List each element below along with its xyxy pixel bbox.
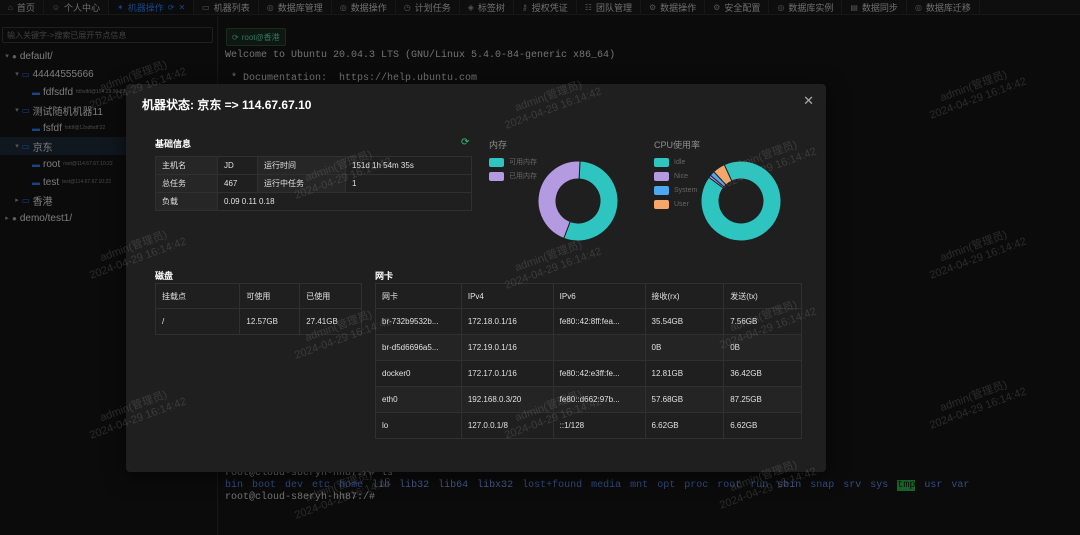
table-row: docker0 172.17.0.1/16 fe80::42:e3ff:fe... 1… [375,360,802,387]
running-value: 1 [345,174,472,193]
column-header: IPv4 [460,283,554,309]
legend-label: 已用内存 [509,173,537,180]
legend-swatch [654,157,669,167]
table-cell: / [154,308,241,335]
legend-swatch [654,199,669,209]
table-cell: 6.62GB [644,412,725,439]
table-cell: 36.42GB [723,360,802,387]
column-header: 挂载点 [154,283,241,309]
table-cell: 0B [723,334,802,361]
memory-donut-chart [537,160,619,242]
table-cell: fe80::d662:97b... [552,386,646,413]
table-cell: fe80::42:e3ff:fe... [552,360,646,387]
table-row: eth0 192.168.0.3/20 fe80::d662:97b... 57.68… [375,386,802,413]
legend-label: 可用内存 [509,159,537,166]
disk-title: 磁盘 [155,271,174,281]
uptime-value: 151d 1h 54m 35s [345,156,472,175]
legend-item[interactable]: Idle [654,155,697,169]
basic-info-title: 基础信息 [155,139,192,149]
table-cell: br-732b9532b... [375,308,462,335]
table-cell: br-d5d6696a5... [375,334,462,361]
table-cell: 0B [644,334,725,361]
hostname-value: JD [217,156,258,175]
table-cell: lo [375,412,462,439]
legend-swatch [489,171,504,181]
memory-legend: 可用内存 已用内存 [489,155,537,183]
table-cell: 27.41GB [299,308,362,335]
column-header: 接收(rx) [644,283,725,309]
legend-label: System [674,186,698,194]
table-cell: 57.68GB [644,386,725,413]
table-row: br-732b9532b... 172.18.0.1/16 fe80::42:8ff… [375,308,802,335]
cpu-donut-chart [700,160,782,242]
legend-label: Idle [674,158,686,166]
load-value: 0.09 0.11 0.18 [217,192,472,211]
running-label: 运行中任务 [257,174,346,193]
cpu-title: CPU使用率 [654,140,701,150]
cpu-legend: Idle Nice System User [654,155,697,211]
legend-swatch [654,171,669,181]
table-cell: docker0 [375,360,462,387]
legend-label: User [674,200,689,208]
table-row: /12.57GB 27.41GB [154,308,362,335]
machine-status-dialog: 机器状态: 京东 => 114.67.67.10 ✕ 基础信息 ⟳ 主机名 JD… [126,84,826,472]
table-cell: 192.168.0.3/20 [460,386,554,413]
table-cell: ::1/128 [552,412,646,439]
tasks-value: 467 [217,174,258,193]
legend-item[interactable]: 已用内存 [489,169,537,183]
column-header: 网卡 [375,283,462,309]
column-header: 发送(tx) [723,283,802,309]
close-icon[interactable]: ✕ [803,93,814,109]
table-cell: eth0 [375,386,462,413]
legend-label: Nice [674,172,689,180]
legend-item[interactable]: Nice [654,169,697,183]
table-cell: 7.56GB [723,308,802,335]
table-cell: 12.81GB [644,360,725,387]
disk-table: 挂载点 可使用 已使用/12.57GB 27.41GB [154,283,362,335]
load-label: 负载 [155,192,218,211]
column-header: 已使用 [299,283,362,309]
table-cell: 172.19.0.1/16 [460,334,554,361]
table-row: lo 127.0.0.1/8::1/128 6.62GB 6.62GB [375,412,802,439]
tasks-label: 总任务 [155,174,218,193]
memory-title: 内存 [489,140,508,150]
legend-swatch [489,157,504,167]
legend-swatch [654,185,669,195]
nic-table: 网卡 IPv4 IPv6 接收(rx) 发送(tx) br-732b9532b... 172… [375,283,802,439]
table-cell: 35.54GB [644,308,725,335]
table-cell: 127.0.0.1/8 [460,412,554,439]
hostname-label: 主机名 [155,156,218,175]
nic-title: 网卡 [375,271,394,281]
dialog-title: 机器状态: 京东 => 114.67.67.10 [142,98,312,112]
table-cell: 6.62GB [723,412,802,439]
refresh-icon[interactable]: ⟳ [461,137,469,148]
column-header: 可使用 [239,283,301,309]
legend-item[interactable]: User [654,197,697,211]
table-cell: 172.17.0.1/16 [460,360,554,387]
table-cell: 87.25GB [723,386,802,413]
table-cell [552,334,646,361]
table-cell: 172.18.0.1/16 [460,308,554,335]
uptime-label: 运行时间 [257,156,346,175]
table-cell: fe80::42:8ff:fea... [552,308,646,335]
table-cell: 12.57GB [239,308,301,335]
table-row: br-d5d6696a5... 172.19.0.1/16 0B 0B [375,334,802,361]
basic-info-table: 主机名 JD 运行时间 151d 1h 54m 35s 总任务 467 运行中任… [155,156,472,211]
column-header: IPv6 [552,283,646,309]
legend-item[interactable]: System [654,183,697,197]
legend-item[interactable]: 可用内存 [489,155,537,169]
